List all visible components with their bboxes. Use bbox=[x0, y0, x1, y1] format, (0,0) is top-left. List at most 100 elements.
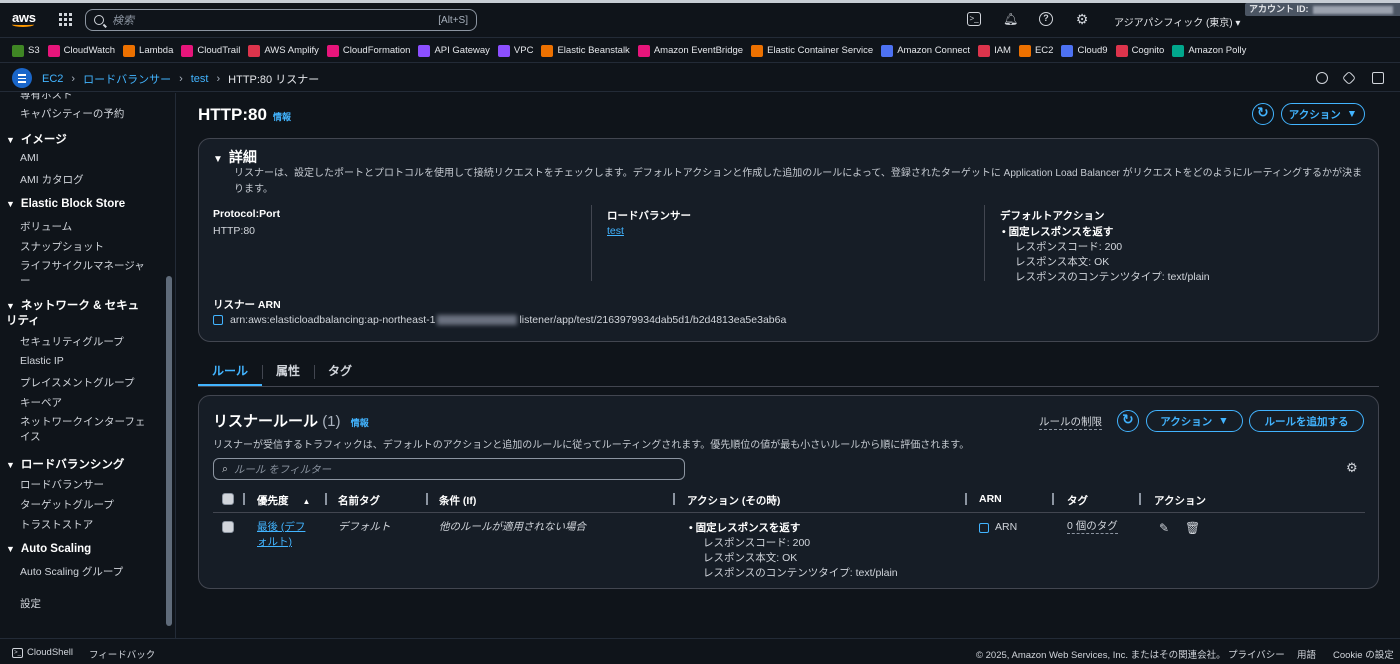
service-icon bbox=[1061, 44, 1074, 57]
sidebar-item-placement-groups[interactable]: プレイスメントグループ bbox=[20, 375, 135, 390]
favorite-iam[interactable]: IAM bbox=[978, 44, 1011, 57]
breadcrumb-ec2[interactable]: EC2 bbox=[42, 73, 63, 85]
region-selector[interactable]: アジアパシフィック (東京) ▾ bbox=[1114, 14, 1240, 29]
details-panel: ▼ 詳細 リスナーは、設定したポートとプロトコルを使用して接続リクエストをチェック… bbox=[198, 138, 1379, 342]
favorite-elastic-beanstalk[interactable]: Elastic Beanstalk bbox=[541, 44, 630, 57]
favorite-amazon-connect[interactable]: Amazon Connect bbox=[881, 44, 970, 57]
rules-description: リスナーが受信するトラフィックは、デフォルトのアクションと追加のルールに従ってル… bbox=[213, 440, 970, 451]
sidebar-item-lifecycle-manager[interactable]: ライフサイクルマネージャー bbox=[20, 259, 148, 289]
rules-actions-button[interactable]: アクション ▼ bbox=[1146, 410, 1243, 432]
row-priority-link[interactable]: 最後 (デフォルト) bbox=[257, 520, 315, 550]
search-input[interactable]: 検索 [Alt+S] bbox=[85, 9, 477, 31]
rules-info-link[interactable]: 情報 bbox=[351, 418, 369, 428]
row-checkbox[interactable] bbox=[222, 521, 234, 533]
feedback-icon[interactable] bbox=[1341, 70, 1357, 86]
page-info-link[interactable]: 情報 bbox=[273, 112, 291, 122]
delete-trash-icon[interactable]: 🗑︎ bbox=[1185, 521, 1200, 536]
sidebar-item-key-pairs[interactable]: キーペア bbox=[20, 395, 62, 410]
cloudshell-link[interactable]: >_ CloudShell bbox=[12, 647, 73, 658]
favorite-cloudformation[interactable]: CloudFormation bbox=[326, 44, 410, 57]
tab-tags[interactable]: タグ bbox=[314, 361, 366, 387]
row-arn[interactable]: ARN bbox=[979, 520, 1017, 535]
load-balancer-link[interactable]: test bbox=[607, 225, 624, 237]
sidebar-section-auto-scaling[interactable]: ▼ Auto Scaling bbox=[6, 543, 91, 555]
select-all-checkbox[interactable] bbox=[222, 493, 234, 505]
cloudshell-icon[interactable]: >_ bbox=[967, 12, 981, 26]
feedback-link[interactable]: フィードバック bbox=[89, 647, 155, 661]
sidebar-item-load-balancers[interactable]: ロードバランサー bbox=[20, 477, 104, 492]
rules-refresh-button[interactable] bbox=[1117, 410, 1139, 432]
sidebar-item-ami-catalog[interactable]: AMI カタログ bbox=[20, 172, 84, 187]
favorite-api-gateway[interactable]: API Gateway bbox=[418, 44, 490, 57]
sidebar-item-elastic-ip[interactable]: Elastic IP bbox=[20, 355, 64, 367]
sidebar-section-images[interactable]: ▼ イメージ bbox=[6, 131, 67, 147]
gear-icon[interactable]: ⚙ bbox=[1075, 12, 1089, 26]
help-icon[interactable]: ? bbox=[1039, 12, 1053, 26]
tab-rules[interactable]: ルール bbox=[198, 361, 263, 387]
copy-icon[interactable] bbox=[213, 315, 223, 325]
sidebar-item-settings[interactable]: 設定 bbox=[20, 596, 41, 611]
favorite-elastic-container-service[interactable]: Elastic Container Service bbox=[751, 44, 873, 57]
sidebar-item-ami[interactable]: AMI bbox=[20, 152, 39, 164]
favorite-lambda[interactable]: Lambda bbox=[123, 44, 173, 57]
info-icon[interactable] bbox=[1316, 72, 1328, 84]
edit-pencil-icon[interactable]: ✎ bbox=[1159, 521, 1169, 536]
favorite-cloudwatch[interactable]: CloudWatch bbox=[47, 44, 115, 57]
privacy-link[interactable]: プライバシー bbox=[1228, 647, 1285, 661]
column-header-actions: アクション bbox=[1154, 495, 1206, 507]
column-header-priority[interactable]: 優先度 ▲ bbox=[257, 493, 310, 508]
sidebar-item-trust-stores[interactable]: トラストストア bbox=[20, 517, 93, 532]
sidebar-item-security-groups[interactable]: セキュリティグループ bbox=[20, 334, 124, 349]
favorite-aws-amplify[interactable]: AWS Amplify bbox=[248, 44, 319, 57]
listener-arn-label: リスナー ARN bbox=[213, 299, 281, 311]
cloudshell-label: CloudShell bbox=[27, 647, 73, 658]
column-header-arn[interactable]: ARN bbox=[979, 493, 1002, 505]
services-grid-icon[interactable] bbox=[59, 13, 72, 26]
sidebar-scrollbar[interactable] bbox=[166, 276, 172, 626]
cookie-settings-link[interactable]: Cookie の設定 bbox=[1333, 647, 1394, 661]
table-settings-gear-icon[interactable]: ⚙ bbox=[1346, 460, 1358, 476]
column-header-condition[interactable]: 条件 (If) bbox=[439, 493, 476, 508]
breadcrumb-load-balancers[interactable]: ロードバランサー bbox=[83, 71, 171, 87]
column-header-action[interactable]: アクション (その時) bbox=[687, 493, 780, 508]
page-actions-button[interactable]: アクション ▼ bbox=[1281, 103, 1365, 125]
favorite-cloudtrail[interactable]: CloudTrail bbox=[181, 44, 240, 57]
details-header[interactable]: ▼ 詳細 bbox=[213, 147, 257, 167]
service-icon bbox=[123, 44, 136, 57]
favorite-cognito[interactable]: Cognito bbox=[1115, 44, 1164, 57]
copy-icon[interactable] bbox=[979, 522, 989, 533]
tab-attributes[interactable]: 属性 bbox=[262, 361, 314, 387]
preferences-icon[interactable] bbox=[1372, 72, 1384, 84]
favorite-vpc[interactable]: VPC bbox=[497, 44, 533, 57]
rules-filter-input[interactable]: ⌕ ルール をフィルター bbox=[213, 458, 685, 480]
add-rule-button[interactable]: ルールを追加する bbox=[1249, 410, 1364, 432]
sidebar-section-network[interactable]: ▼ ネットワーク & セキュリティ bbox=[6, 299, 146, 329]
sidebar-item-auto-scaling-groups[interactable]: Auto Scaling グループ bbox=[20, 564, 123, 579]
sidebar-item-target-groups[interactable]: ターゲットグループ bbox=[20, 497, 114, 512]
sidebar-item-dedicated-hosts[interactable]: 専有ホスト bbox=[20, 93, 73, 102]
sidebar-item-snapshots[interactable]: スナップショット bbox=[20, 239, 104, 254]
row-tags-link[interactable]: 0 個のタグ bbox=[1067, 520, 1118, 534]
menu-toggle-button[interactable] bbox=[12, 68, 32, 88]
refresh-button[interactable] bbox=[1252, 103, 1274, 125]
sidebar-item-volumes[interactable]: ボリューム bbox=[20, 219, 72, 234]
favorite-s3[interactable]: S3 bbox=[12, 44, 40, 57]
terms-link[interactable]: 用語 bbox=[1297, 647, 1316, 661]
favorite-label: Cloud9 bbox=[1077, 45, 1108, 56]
favorite-ec2[interactable]: EC2 bbox=[1018, 44, 1053, 57]
breadcrumb-test[interactable]: test bbox=[191, 73, 209, 85]
sidebar-item-capacity-reservations[interactable]: キャパシティーの予約 bbox=[20, 106, 124, 121]
favorite-amazon-eventbridge[interactable]: Amazon EventBridge bbox=[637, 44, 743, 57]
sidebar-section-load-balancing[interactable]: ▼ ロードバランシング bbox=[6, 456, 124, 472]
sidebar-item-network-interfaces[interactable]: ネットワークインターフェイス bbox=[20, 415, 150, 445]
column-header-name-tag[interactable]: 名前タグ bbox=[338, 493, 380, 508]
rule-limits-link[interactable]: ルールの制限 bbox=[1039, 414, 1102, 430]
aws-logo[interactable]: aws bbox=[12, 10, 36, 27]
favorite-cloud9[interactable]: Cloud9 bbox=[1061, 44, 1108, 57]
favorite-amazon-polly[interactable]: Amazon Polly bbox=[1172, 44, 1246, 57]
favorite-label: AWS Amplify bbox=[264, 45, 319, 56]
bell-icon[interactable]: 🔔︎ bbox=[1003, 12, 1018, 26]
column-header-tags[interactable]: タグ bbox=[1067, 493, 1088, 508]
sidebar-section-ebs[interactable]: ▼ Elastic Block Store bbox=[6, 198, 125, 210]
account-badge[interactable]: アカウント ID: bbox=[1245, 3, 1400, 16]
